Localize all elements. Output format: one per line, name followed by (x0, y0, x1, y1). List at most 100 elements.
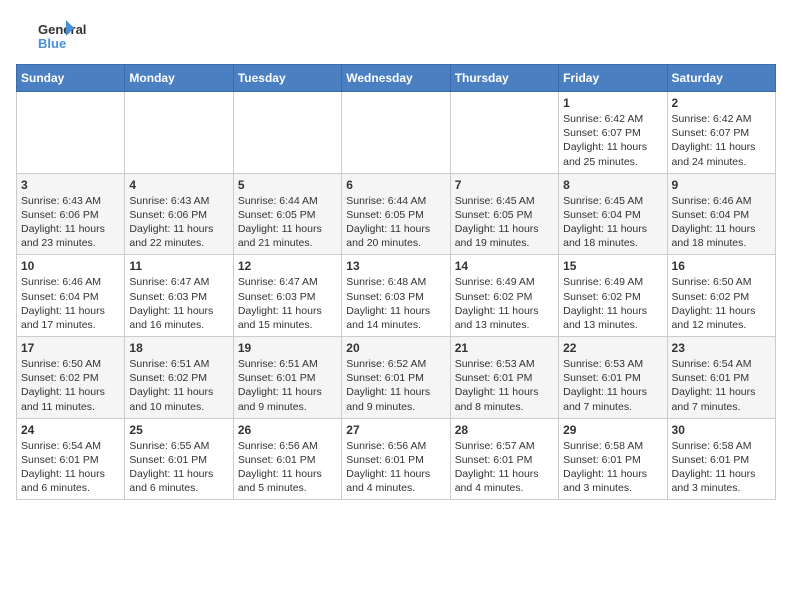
day-number: 21 (455, 341, 554, 355)
day-info: Sunrise: 6:42 AMSunset: 6:07 PMDaylight:… (563, 112, 662, 169)
day-cell: 3 Sunrise: 6:43 AMSunset: 6:06 PMDaylight… (17, 173, 125, 255)
day-number: 13 (346, 259, 445, 273)
day-number: 12 (238, 259, 337, 273)
day-cell (342, 92, 450, 174)
day-number: 6 (346, 178, 445, 192)
day-cell: 28Sunrise: 6:57 AMSunset: 6:01 PMDayligh… (450, 418, 558, 500)
header-cell-tuesday: Tuesday (233, 65, 341, 92)
day-cell: 13 Sunrise: 6:48 AMSunset: 6:03 PMDayligh… (342, 255, 450, 337)
header-cell-thursday: Thursday (450, 65, 558, 92)
day-number: 29 (563, 423, 662, 437)
day-info: Sunrise: 6:50 AMSunset: 6:02 PMDaylight:… (672, 275, 771, 332)
header-row: SundayMondayTuesdayWednesdayThursdayFrid… (17, 65, 776, 92)
day-number: 23 (672, 341, 771, 355)
day-number: 5 (238, 178, 337, 192)
calendar-header: SundayMondayTuesdayWednesdayThursdayFrid… (17, 65, 776, 92)
day-cell: 18 Sunrise: 6:51 AMSunset: 6:02 PMDayligh… (125, 337, 233, 419)
day-info: Sunrise: 6:49 AMSunset: 6:02 PMDaylight:… (563, 275, 662, 332)
day-number: 15 (563, 259, 662, 273)
day-info: Sunrise: 6:56 AMSunset: 6:01 PMDaylight:… (346, 439, 445, 496)
day-cell (125, 92, 233, 174)
day-info: Sunrise: 6:43 AMSunset: 6:06 PMDaylight:… (129, 194, 228, 251)
day-info: Sunrise: 6:46 AMSunset: 6:04 PMDaylight:… (21, 275, 120, 332)
day-cell: 7 Sunrise: 6:45 AMSunset: 6:05 PMDaylight… (450, 173, 558, 255)
day-info: Sunrise: 6:47 AMSunset: 6:03 PMDaylight:… (238, 275, 337, 332)
day-cell: 6 Sunrise: 6:44 AMSunset: 6:05 PMDaylight… (342, 173, 450, 255)
day-cell: 5 Sunrise: 6:44 AMSunset: 6:05 PMDaylight… (233, 173, 341, 255)
day-number: 27 (346, 423, 445, 437)
header-cell-monday: Monday (125, 65, 233, 92)
day-number: 7 (455, 178, 554, 192)
day-cell: 20 Sunrise: 6:52 AMSunset: 6:01 PMDayligh… (342, 337, 450, 419)
day-number: 1 (563, 96, 662, 110)
day-cell: 21 Sunrise: 6:53 AMSunset: 6:01 PMDayligh… (450, 337, 558, 419)
day-cell: 14 Sunrise: 6:49 AMSunset: 6:02 PMDayligh… (450, 255, 558, 337)
day-number: 18 (129, 341, 228, 355)
day-cell: 4 Sunrise: 6:43 AMSunset: 6:06 PMDaylight… (125, 173, 233, 255)
day-info: Sunrise: 6:51 AMSunset: 6:02 PMDaylight:… (129, 357, 228, 414)
day-cell (233, 92, 341, 174)
header-cell-wednesday: Wednesday (342, 65, 450, 92)
day-cell: 23Sunrise: 6:54 AMSunset: 6:01 PMDayligh… (667, 337, 775, 419)
day-cell: 27 Sunrise: 6:56 AMSunset: 6:01 PMDayligh… (342, 418, 450, 500)
day-info: Sunrise: 6:48 AMSunset: 6:03 PMDaylight:… (346, 275, 445, 332)
day-number: 28 (455, 423, 554, 437)
day-cell (450, 92, 558, 174)
day-cell: 17Sunrise: 6:50 AMSunset: 6:02 PMDayligh… (17, 337, 125, 419)
day-cell: 1 Sunrise: 6:42 AMSunset: 6:07 PMDaylight… (559, 92, 667, 174)
page-header: GeneralBlue (16, 16, 776, 56)
day-cell: 26Sunrise: 6:56 AMSunset: 6:01 PMDayligh… (233, 418, 341, 500)
day-info: Sunrise: 6:49 AMSunset: 6:02 PMDaylight:… (455, 275, 554, 332)
day-cell: 19Sunrise: 6:51 AMSunset: 6:01 PMDayligh… (233, 337, 341, 419)
day-number: 22 (563, 341, 662, 355)
day-info: Sunrise: 6:44 AMSunset: 6:05 PMDaylight:… (346, 194, 445, 251)
logo: GeneralBlue (16, 16, 96, 56)
day-info: Sunrise: 6:46 AMSunset: 6:04 PMDaylight:… (672, 194, 771, 251)
day-number: 17 (21, 341, 120, 355)
day-number: 4 (129, 178, 228, 192)
header-cell-saturday: Saturday (667, 65, 775, 92)
day-info: Sunrise: 6:55 AMSunset: 6:01 PMDaylight:… (129, 439, 228, 496)
week-row-4: 24Sunrise: 6:54 AMSunset: 6:01 PMDayligh… (17, 418, 776, 500)
day-cell: 12 Sunrise: 6:47 AMSunset: 6:03 PMDayligh… (233, 255, 341, 337)
day-info: Sunrise: 6:45 AMSunset: 6:04 PMDaylight:… (563, 194, 662, 251)
calendar-body: 1 Sunrise: 6:42 AMSunset: 6:07 PMDaylight… (17, 92, 776, 500)
week-row-2: 10 Sunrise: 6:46 AMSunset: 6:04 PMDayligh… (17, 255, 776, 337)
day-cell: 24Sunrise: 6:54 AMSunset: 6:01 PMDayligh… (17, 418, 125, 500)
day-info: Sunrise: 6:52 AMSunset: 6:01 PMDaylight:… (346, 357, 445, 414)
day-cell: 30Sunrise: 6:58 AMSunset: 6:01 PMDayligh… (667, 418, 775, 500)
day-cell: 8 Sunrise: 6:45 AMSunset: 6:04 PMDaylight… (559, 173, 667, 255)
day-info: Sunrise: 6:43 AMSunset: 6:06 PMDaylight:… (21, 194, 120, 251)
day-cell: 29 Sunrise: 6:58 AMSunset: 6:01 PMDayligh… (559, 418, 667, 500)
day-info: Sunrise: 6:58 AMSunset: 6:01 PMDaylight:… (563, 439, 662, 496)
day-number: 3 (21, 178, 120, 192)
day-info: Sunrise: 6:44 AMSunset: 6:05 PMDaylight:… (238, 194, 337, 251)
day-info: Sunrise: 6:45 AMSunset: 6:05 PMDaylight:… (455, 194, 554, 251)
logo-icon: GeneralBlue (16, 16, 96, 56)
week-row-0: 1 Sunrise: 6:42 AMSunset: 6:07 PMDaylight… (17, 92, 776, 174)
day-cell: 25 Sunrise: 6:55 AMSunset: 6:01 PMDayligh… (125, 418, 233, 500)
week-row-1: 3 Sunrise: 6:43 AMSunset: 6:06 PMDaylight… (17, 173, 776, 255)
day-info: Sunrise: 6:51 AMSunset: 6:01 PMDaylight:… (238, 357, 337, 414)
day-number: 11 (129, 259, 228, 273)
day-number: 14 (455, 259, 554, 273)
day-info: Sunrise: 6:42 AMSunset: 6:07 PMDaylight:… (672, 112, 771, 169)
day-cell: 2 Sunrise: 6:42 AMSunset: 6:07 PMDaylight… (667, 92, 775, 174)
day-number: 10 (21, 259, 120, 273)
header-cell-friday: Friday (559, 65, 667, 92)
day-number: 8 (563, 178, 662, 192)
day-number: 25 (129, 423, 228, 437)
day-number: 20 (346, 341, 445, 355)
day-cell: 15 Sunrise: 6:49 AMSunset: 6:02 PMDayligh… (559, 255, 667, 337)
calendar: SundayMondayTuesdayWednesdayThursdayFrid… (16, 64, 776, 500)
day-number: 9 (672, 178, 771, 192)
day-info: Sunrise: 6:53 AMSunset: 6:01 PMDaylight:… (563, 357, 662, 414)
day-cell: 22 Sunrise: 6:53 AMSunset: 6:01 PMDayligh… (559, 337, 667, 419)
day-number: 30 (672, 423, 771, 437)
day-info: Sunrise: 6:53 AMSunset: 6:01 PMDaylight:… (455, 357, 554, 414)
day-info: Sunrise: 6:47 AMSunset: 6:03 PMDaylight:… (129, 275, 228, 332)
day-number: 2 (672, 96, 771, 110)
day-cell: 10 Sunrise: 6:46 AMSunset: 6:04 PMDayligh… (17, 255, 125, 337)
svg-text:Blue: Blue (38, 36, 66, 51)
day-cell: 11 Sunrise: 6:47 AMSunset: 6:03 PMDayligh… (125, 255, 233, 337)
